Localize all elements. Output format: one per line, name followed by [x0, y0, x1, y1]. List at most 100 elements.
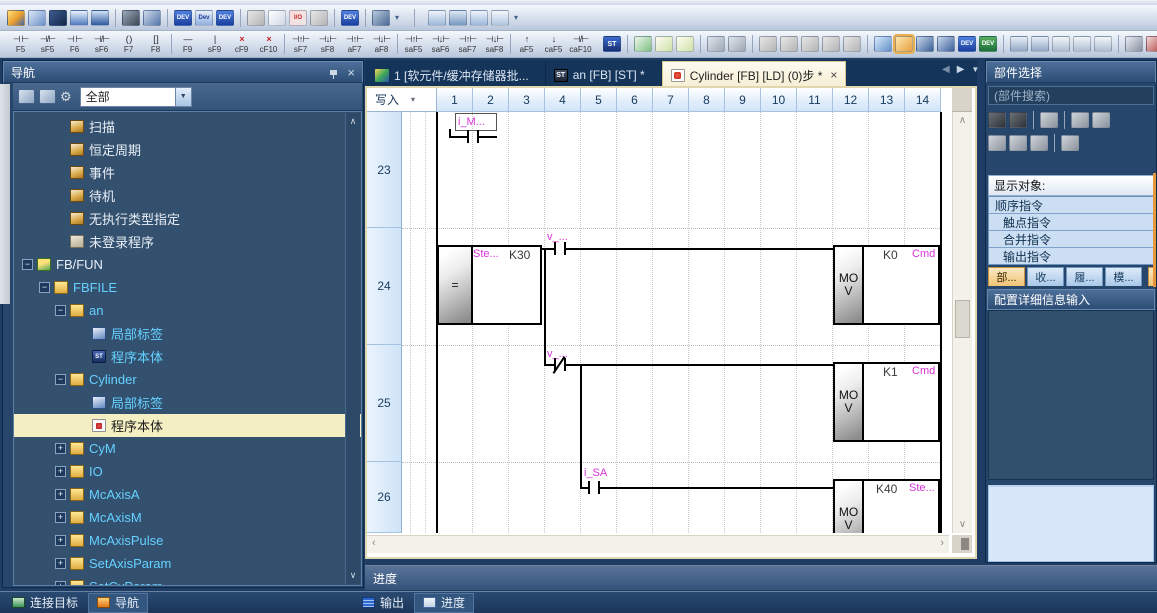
expand-toggle[interactable]: +	[55, 535, 66, 546]
compare-instruction-box[interactable]: =	[439, 247, 473, 323]
note-edit-icon[interactable]	[655, 36, 673, 52]
device-replace-icon[interactable]	[937, 36, 955, 52]
tree-item[interactable]: 未登录程序	[14, 230, 361, 253]
chevron-down-icon[interactable]: ▼	[176, 87, 192, 107]
cross-reference-icon[interactable]	[247, 10, 265, 26]
scroll-left-icon[interactable]: ‹	[372, 537, 376, 549]
delete-part-icon[interactable]	[1030, 135, 1048, 151]
rung-comment-icon[interactable]	[707, 36, 725, 52]
chevron-down-icon[interactable]: ▾	[411, 95, 415, 104]
rising-pulse-branch-button[interactable]: ⊣↑⊢ aF7	[341, 34, 368, 54]
insert-row-icon[interactable]	[1010, 36, 1028, 52]
scroll-up-icon[interactable]: ∧	[346, 116, 360, 127]
tree-item[interactable]: 局部标签	[14, 391, 361, 414]
part-panel-tab[interactable]: 部...	[988, 267, 1025, 286]
new-folder-icon[interactable]	[1009, 135, 1027, 151]
horizontal-line-button[interactable]: — F9	[174, 34, 201, 54]
device-tree-icon[interactable]: DEV	[216, 10, 234, 26]
edit-mode-icon[interactable]	[895, 36, 913, 52]
module-list-icon[interactable]	[1061, 135, 1079, 151]
rising-pulse-close-button[interactable]: ⊣↑⊢ saF5	[400, 34, 427, 54]
mov-instruction-box[interactable]: MOV	[835, 364, 864, 440]
part-list-icon[interactable]	[1040, 112, 1058, 128]
list-item[interactable]: 输出指令	[989, 248, 1153, 265]
align-lines-icon[interactable]	[1052, 36, 1070, 52]
program-list-icon[interactable]	[70, 10, 88, 26]
document-tab[interactable]: Cylinder [FB] [LD] (0)步 * ×	[662, 61, 847, 88]
mov-instruction-box[interactable]: MOV	[835, 481, 864, 533]
window-icon[interactable]	[449, 10, 467, 26]
window-list-icon[interactable]	[428, 10, 446, 26]
tab-menu-icon[interactable]: ▼	[971, 65, 979, 74]
search-disabled-icon[interactable]	[801, 36, 819, 52]
expand-toggle[interactable]: +	[55, 443, 66, 454]
tree-item[interactable]: + SetCyParam	[14, 575, 361, 586]
part-panel-tab[interactable]: 收...	[1027, 267, 1064, 286]
statusbar-tab[interactable]: 输出	[354, 593, 412, 613]
delete-vertical-line-button[interactable]: × cF10	[255, 34, 282, 54]
tree-scrollbar[interactable]: ∧ ∨	[345, 113, 360, 584]
expand-toggle[interactable]: −	[55, 374, 66, 385]
tree-item[interactable]: 待机	[14, 184, 361, 207]
tree-filter-dropdown[interactable]: 全部 ▼	[80, 87, 192, 107]
scroll-right-icon[interactable]: ›	[940, 537, 944, 549]
expand-toggle[interactable]: +	[55, 581, 66, 586]
tree-item[interactable]: + McAxisA	[14, 483, 361, 506]
add-part-icon[interactable]	[1071, 112, 1089, 128]
find-part-icon[interactable]	[988, 112, 1006, 128]
expand-toggle[interactable]: +	[55, 466, 66, 477]
contact-symbol[interactable]	[554, 242, 556, 255]
delete-row-icon[interactable]	[1031, 36, 1049, 52]
toolbar-overflow-icon[interactable]: ▾	[393, 13, 401, 22]
save-icon[interactable]	[28, 10, 46, 26]
tree-item[interactable]: − Cylinder	[14, 368, 361, 391]
expand-toggle[interactable]: −	[55, 305, 66, 316]
find-icon[interactable]	[122, 10, 140, 26]
device-batch-replace-icon[interactable]: DEV	[979, 36, 997, 52]
device-find-icon[interactable]	[916, 36, 934, 52]
mov-instruction-box[interactable]: MOV	[835, 247, 864, 323]
gear-icon[interactable]: ⚙	[60, 89, 72, 104]
tree-item[interactable]: − FB/FUN	[14, 253, 361, 276]
device-display-icon[interactable]: DEV	[958, 36, 976, 52]
tree-item[interactable]: − an	[14, 299, 361, 322]
tree-item[interactable]: 无执行类型指定	[14, 207, 361, 230]
contact-symbol[interactable]	[588, 481, 590, 494]
intelligent-function-icon[interactable]	[310, 10, 328, 26]
ladder-grid[interactable]: 23 24 25 26 i_M...	[367, 112, 952, 533]
invert-operation-button[interactable]: ⊣/⊢ caF10	[567, 34, 594, 54]
expand-all-icon[interactable]	[39, 89, 56, 104]
paste-disabled-icon[interactable]	[843, 36, 861, 52]
device-comment-icon[interactable]: DEV	[174, 10, 192, 26]
falling-pulse-button[interactable]: ⊣↓⊢ sF8	[314, 34, 341, 54]
toolbar-overflow-icon[interactable]: ▾	[512, 13, 520, 22]
vertical-scrollbar[interactable]: ∧ ∨	[952, 112, 972, 533]
part-search-input[interactable]: (部件搜索)	[988, 86, 1154, 105]
scroll-down-icon[interactable]: ∨	[953, 519, 972, 530]
rung-statement-icon[interactable]	[728, 36, 746, 52]
expand-toggle[interactable]: −	[39, 282, 50, 293]
tree-item[interactable]: 程序本体	[14, 414, 361, 437]
tab-back-icon[interactable]: ◀	[942, 64, 950, 75]
parameter-icon[interactable]	[49, 10, 67, 26]
close-icon[interactable]: ×	[347, 66, 355, 79]
close-branch-button[interactable]: ⊣/⊢ sF6	[88, 34, 115, 54]
device-memory-icon[interactable]: Dev	[195, 10, 213, 26]
program-detail-icon[interactable]	[91, 10, 109, 26]
inline-st-icon[interactable]: ST	[603, 36, 621, 52]
document-tab[interactable]: 1 [软元件/缓冲存储器批...	[367, 62, 546, 88]
tree-item[interactable]: + McAxisPulse	[14, 529, 361, 552]
pulse-conversion-button[interactable]: ↓ caF5	[540, 34, 567, 54]
undo-icon[interactable]	[759, 36, 777, 52]
window-tile-icon[interactable]	[470, 10, 488, 26]
falling-pulse-branch-button[interactable]: ⊣↓⊢ aF8	[368, 34, 395, 54]
window-edit-icon[interactable]	[491, 10, 509, 26]
delete-horizontal-line-button[interactable]: × cF9	[228, 34, 255, 54]
statusbar-tab[interactable]: 导航	[88, 593, 148, 613]
collapse-all-icon[interactable]	[18, 89, 35, 104]
favorite-icon[interactable]	[988, 135, 1006, 151]
rising-pulse-close-branch-button[interactable]: ⊣↑⊢ saF7	[454, 34, 481, 54]
list-item[interactable]: 触点指令	[989, 214, 1153, 231]
find-next-part-icon[interactable]	[1009, 112, 1027, 128]
device-batch-icon[interactable]: DEV	[341, 10, 359, 26]
